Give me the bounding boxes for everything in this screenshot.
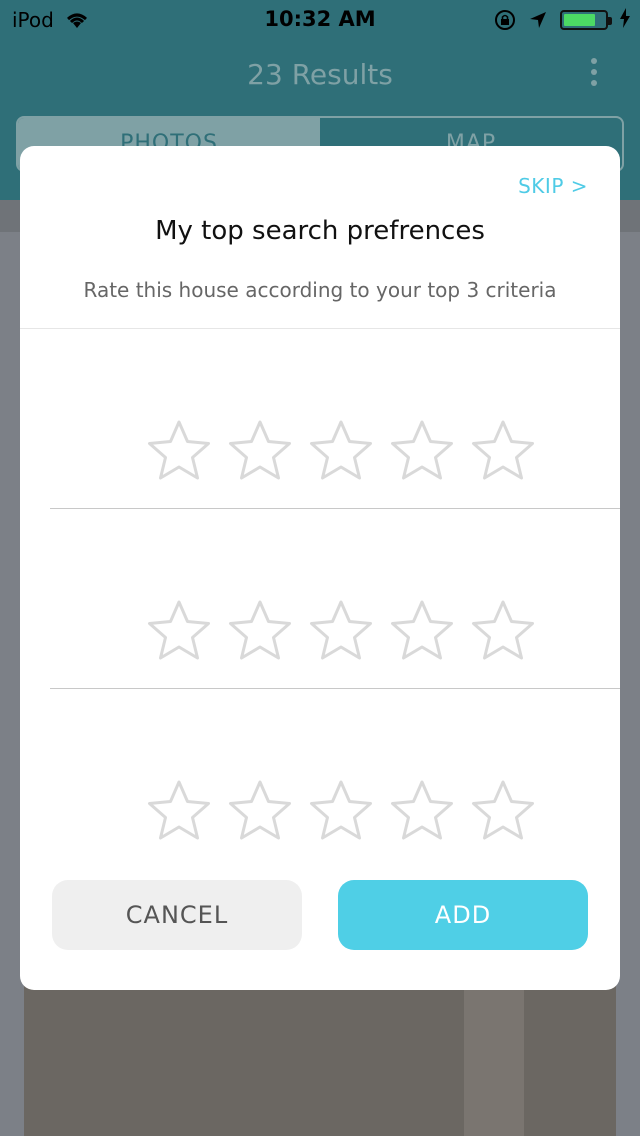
battery-icon	[560, 10, 612, 30]
star-icon[interactable]	[306, 776, 376, 846]
rating-row-2	[144, 596, 544, 666]
cancel-button[interactable]: CANCEL	[52, 880, 302, 950]
charging-bolt-icon	[620, 8, 630, 32]
star-icon[interactable]	[468, 596, 538, 666]
star-icon[interactable]	[144, 776, 214, 846]
star-icon[interactable]	[306, 596, 376, 666]
star-icon[interactable]	[387, 416, 457, 486]
status-right	[494, 8, 630, 32]
star-icon[interactable]	[387, 776, 457, 846]
star-icon[interactable]	[225, 596, 295, 666]
results-title: 23 Results	[247, 58, 393, 91]
rating-modal: SKIP > My top search prefrences Rate thi…	[20, 146, 620, 990]
add-button[interactable]: ADD	[338, 880, 588, 950]
location-arrow-icon	[528, 10, 548, 30]
star-icon[interactable]	[387, 596, 457, 666]
modal-subtitle: Rate this house according to your top 3 …	[83, 278, 557, 302]
divider	[20, 328, 620, 329]
skip-button[interactable]: SKIP >	[518, 174, 588, 198]
star-icon[interactable]	[306, 416, 376, 486]
more-menu-icon[interactable]	[590, 58, 598, 91]
star-icon[interactable]	[144, 596, 214, 666]
star-icon[interactable]	[468, 416, 538, 486]
star-icon[interactable]	[468, 776, 538, 846]
divider	[50, 508, 620, 509]
rotation-lock-icon	[494, 9, 516, 31]
star-icon[interactable]	[144, 416, 214, 486]
star-icon[interactable]	[225, 776, 295, 846]
modal-title: My top search prefrences	[155, 216, 485, 246]
star-icon[interactable]	[225, 416, 295, 486]
divider	[50, 688, 620, 689]
rating-row-3	[144, 776, 544, 846]
status-bar: iPod 10:32 AM	[0, 0, 640, 40]
rating-row-1	[144, 416, 544, 486]
